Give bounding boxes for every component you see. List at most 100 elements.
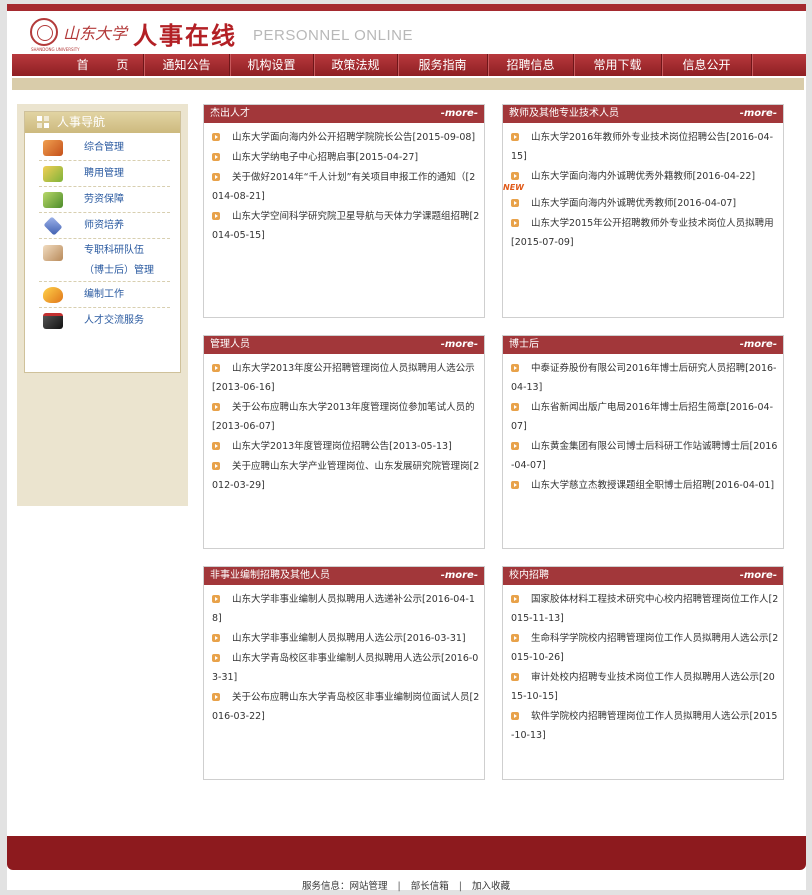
- sidebar-item-label-line2: （博士后）管理: [84, 265, 154, 276]
- more-link[interactable]: -more-: [740, 336, 777, 354]
- sidebar-nav-box: 人事导航 综合管理 聘用管理 劳资保障 师资培养 专职科研队伍 （博士后）管理 …: [24, 111, 181, 373]
- news-link[interactable]: 审计处校内招聘专业技术岗位工作人员拟聘用人选公示[2015-10-15]: [511, 672, 775, 702]
- more-link[interactable]: -more-: [740, 567, 777, 585]
- nav-item-recruitment[interactable]: 招聘信息: [488, 54, 574, 76]
- news-link[interactable]: 山东大学纳电子中心招聘启事[2015-04-27]: [232, 152, 418, 163]
- news-list: 中泰证券股份有限公司2016年博士后研究人员招聘[2016-04-13] 山东省…: [503, 354, 783, 495]
- bullet-icon: [212, 634, 220, 642]
- diamond-icon: [43, 216, 63, 236]
- sidebar-item-labor-security[interactable]: 劳资保障: [39, 187, 170, 213]
- nav-item-policies[interactable]: 政策法规: [314, 54, 398, 76]
- news-link[interactable]: 关于应聘山东大学产业管理岗位、山东发展研究院管理岗[2012-03-29]: [212, 461, 479, 491]
- heart-icon: [43, 287, 63, 303]
- bullet-icon: [212, 364, 220, 372]
- university-logo[interactable]: 山东大学 SHANDONG UNIVERSITY: [27, 14, 127, 52]
- pen-icon: [43, 192, 63, 208]
- panel-postdoc: 博士后 -more- 中泰证券股份有限公司2016年博士后研究人员招聘[2016…: [502, 335, 784, 549]
- news-link[interactable]: 山东大学非事业编制人员拟聘用人选公示[2016-03-31]: [232, 633, 466, 644]
- more-link[interactable]: -more-: [441, 567, 478, 585]
- nav-item-downloads[interactable]: 常用下载: [574, 54, 662, 76]
- top-stripe: [7, 4, 806, 11]
- news-item: 审计处校内招聘专业技术岗位工作人员拟聘用人选公示[2015-10-15]: [511, 668, 779, 706]
- sidebar-item-faculty-training[interactable]: 师资培养: [39, 213, 170, 239]
- bullet-icon: [212, 403, 220, 411]
- news-link[interactable]: 软件学院校内招聘管理岗位工作人员拟聘用人选公示[2015-10-13]: [511, 711, 777, 741]
- nav-item-notices[interactable]: 通知公告: [144, 54, 230, 76]
- footer-link-add-favorite[interactable]: 加入收藏: [472, 881, 510, 892]
- sidebar-item-label: 师资培养: [84, 220, 124, 231]
- nav-item-info-disclosure[interactable]: 信息公开: [662, 54, 752, 76]
- grid-icon: [37, 116, 50, 129]
- news-link[interactable]: 山东黄金集团有限公司博士后科研工作站诚聘博士后[2016-04-07]: [511, 441, 777, 471]
- panel-header: 博士后 -more-: [503, 336, 783, 354]
- bullet-icon: [212, 153, 220, 161]
- footer-bar: [7, 836, 806, 870]
- news-list: 山东大学2013年度公开招聘管理岗位人员拟聘用人选公示[2013-06-16] …: [204, 354, 484, 495]
- news-link[interactable]: 山东大学面向海内外诚聘优秀外籍教师[2016-04-22]: [531, 171, 755, 182]
- panel-header: 校内招聘 -more-: [503, 567, 783, 585]
- bullet-icon: [511, 712, 519, 720]
- more-link[interactable]: -more-: [740, 105, 777, 123]
- news-item: 山东大学慈立杰教授课题组全职博士后招聘[2016-04-01]: [511, 476, 779, 495]
- news-item: 软件学院校内招聘管理岗位工作人员拟聘用人选公示[2015-10-13]: [511, 707, 779, 745]
- news-link[interactable]: 关于公布应聘山东大学2013年度管理岗位参加笔试人员的[2013-06-07]: [212, 402, 475, 432]
- news-link[interactable]: 中泰证券股份有限公司2016年博士后研究人员招聘[2016-04-13]: [511, 363, 777, 393]
- news-link[interactable]: 山东省新闻出版广电局2016年博士后招生简章[2016-04-07]: [511, 402, 773, 432]
- more-link[interactable]: -more-: [441, 336, 478, 354]
- news-item: 生命科学学院校内招聘管理岗位工作人员拟聘用人选公示[2015-10-26]: [511, 629, 779, 667]
- news-link[interactable]: 山东大学面向海内外诚聘优秀教师[2016-04-07]: [531, 198, 736, 209]
- news-link[interactable]: 山东大学2015年公开招聘教师外专业技术岗位人员拟聘用[2015-07-09]: [511, 218, 774, 248]
- more-link[interactable]: -more-: [441, 105, 478, 123]
- news-link[interactable]: 国家胶体材料工程技术研究中心校内招聘管理岗位工作人[2015-11-13]: [511, 594, 778, 624]
- panel-title: 杰出人才: [210, 108, 250, 119]
- sidebar-item-postdoc-management[interactable]: 专职科研队伍 （博士后）管理: [39, 239, 170, 282]
- new-badge: NEW: [503, 183, 524, 192]
- footer-link-minister-mailbox[interactable]: 部长信箱: [411, 881, 449, 892]
- sidebar-item-general-management[interactable]: 综合管理: [39, 135, 170, 161]
- sidebar-item-talent-exchange[interactable]: 人才交流服务: [39, 308, 170, 334]
- news-link[interactable]: 山东大学空间科学研究院卫星导航与天体力学课题组招聘[2014-05-15]: [212, 211, 479, 241]
- sidebar-list: 综合管理 聘用管理 劳资保障 师资培养 专职科研队伍 （博士后）管理 编制工作 …: [25, 133, 180, 334]
- news-link[interactable]: 山东大学2013年度公开招聘管理岗位人员拟聘用人选公示[2013-06-16]: [212, 363, 475, 393]
- news-link[interactable]: 山东大学面向海内外公开招聘学院院长公告[2015-09-08]: [232, 132, 475, 143]
- panel-header: 杰出人才 -more-: [204, 105, 484, 123]
- news-link[interactable]: 关于做好2014年“千人计划”有关项目申报工作的通知（[2014-08-21]: [212, 172, 475, 202]
- news-item: 关于应聘山东大学产业管理岗位、山东发展研究院管理岗[2012-03-29]: [212, 457, 480, 495]
- panel-title: 教师及其他专业技术人员: [509, 108, 619, 119]
- news-link[interactable]: 关于公布应聘山东大学青岛校区非事业编制岗位面试人员[2016-03-22]: [212, 692, 479, 722]
- news-list: 山东大学2016年教师外专业技术岗位招聘公告[2016-04-15] 山东大学面…: [503, 123, 783, 252]
- gear-coins-icon: [43, 140, 63, 156]
- bullet-icon: [511, 595, 519, 603]
- sidebar-item-employment[interactable]: 聘用管理: [39, 161, 170, 187]
- bullet-icon: [511, 481, 519, 489]
- bullet-icon: [511, 133, 519, 141]
- bullet-icon: [212, 442, 220, 450]
- news-link[interactable]: 山东大学非事业编制人员拟聘用人选递补公示[2016-04-18]: [212, 594, 475, 624]
- news-item: 山东大学非事业编制人员拟聘用人选递补公示[2016-04-18]: [212, 590, 480, 628]
- news-item: 国家胶体材料工程技术研究中心校内招聘管理岗位工作人[2015-11-13]: [511, 590, 779, 628]
- sidebar-item-staffing[interactable]: 编制工作: [39, 282, 170, 308]
- bullet-icon: [212, 133, 220, 141]
- sidebar-item-label: 聘用管理: [84, 168, 124, 179]
- panel-title: 博士后: [509, 339, 539, 350]
- footer-link-site-admin[interactable]: 服务信息：网站管理: [302, 881, 388, 892]
- news-link[interactable]: 山东大学2016年教师外专业技术岗位招聘公告[2016-04-15]: [511, 132, 773, 162]
- bullet-icon: [511, 634, 519, 642]
- news-link[interactable]: 山东大学2013年度管理岗位招聘公告[2013-05-13]: [232, 441, 452, 452]
- news-item: 山东大学2015年公开招聘教师外专业技术岗位人员拟聘用[2015-07-09]: [511, 214, 779, 252]
- news-item: 山东大学非事业编制人员拟聘用人选公示[2016-03-31]: [212, 629, 480, 648]
- news-item: 关于做好2014年“千人计划”有关项目申报工作的通知（[2014-08-21]: [212, 168, 480, 206]
- nav-item-home[interactable]: 首 页: [64, 54, 144, 76]
- site-title-en: PERSONNEL ONLINE: [253, 27, 413, 44]
- panel-management-staff: 管理人员 -more- 山东大学2013年度公开招聘管理岗位人员拟聘用人选公示[…: [203, 335, 485, 549]
- news-link[interactable]: 山东大学慈立杰教授课题组全职博士后招聘[2016-04-01]: [531, 480, 774, 491]
- news-item: 中泰证券股份有限公司2016年博士后研究人员招聘[2016-04-13]: [511, 359, 779, 397]
- news-link[interactable]: 山东大学青岛校区非事业编制人员拟聘用人选公示[2016-03-31]: [212, 653, 478, 683]
- sidebar-title: 人事导航: [57, 115, 106, 129]
- nav-item-service-guide[interactable]: 服务指南: [398, 54, 488, 76]
- news-list: 国家胶体材料工程技术研究中心校内招聘管理岗位工作人[2015-11-13] 生命…: [503, 585, 783, 745]
- nav-item-organization[interactable]: 机构设置: [230, 54, 314, 76]
- university-name: 山东大学: [63, 24, 128, 43]
- bullet-icon: [212, 173, 220, 181]
- news-link[interactable]: 生命科学学院校内招聘管理岗位工作人员拟聘用人选公示[2015-10-26]: [511, 633, 778, 663]
